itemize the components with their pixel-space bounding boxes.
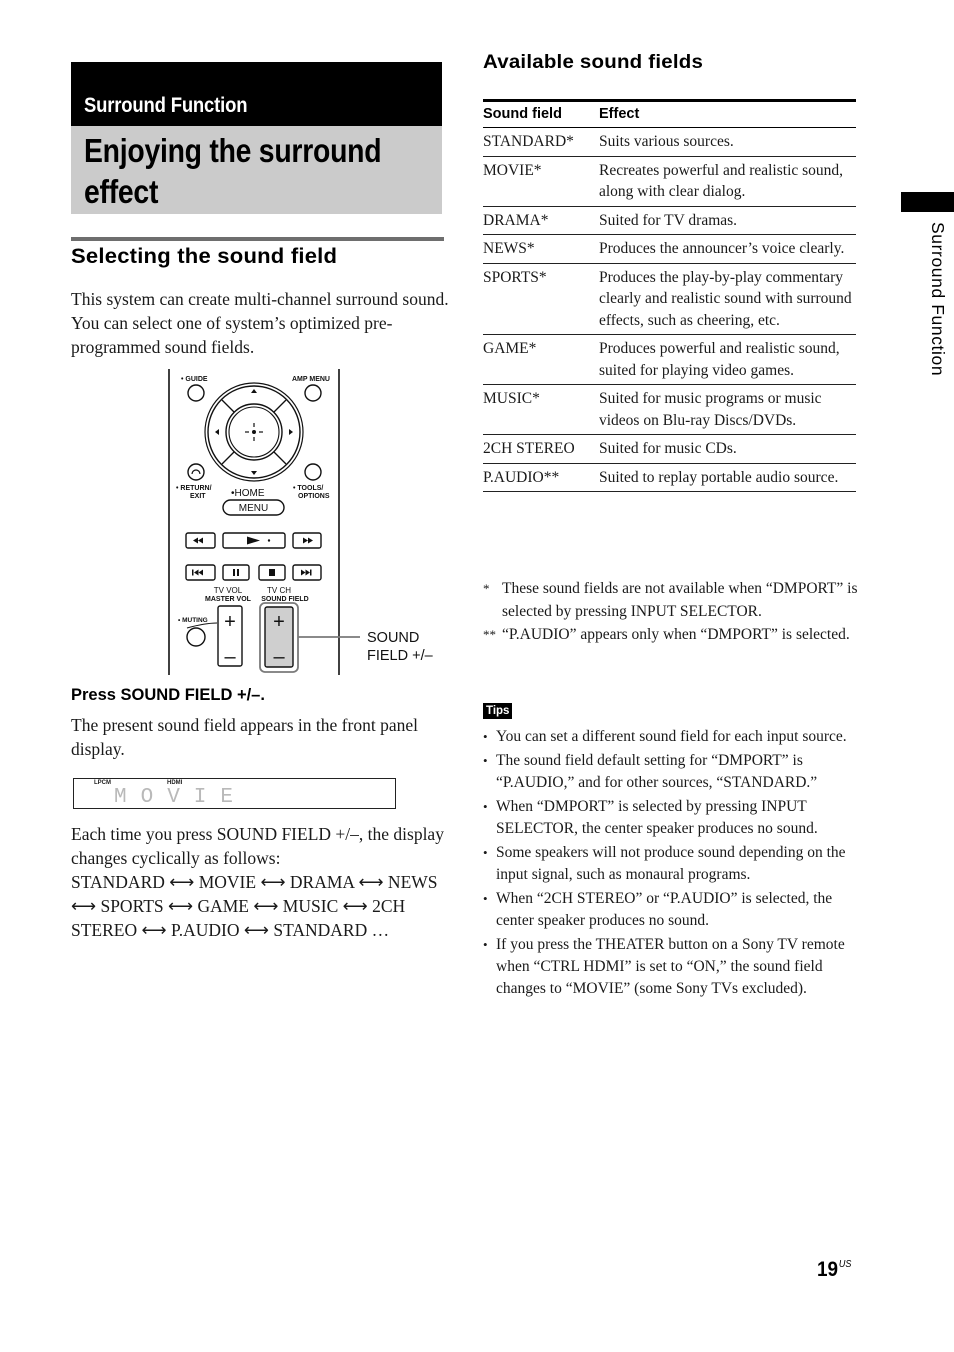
footnote-text: “P.AUDIO” appears only when “DMPORT” is … [502,625,850,643]
sound-field-name: SPORTS* [483,263,599,335]
callout-field-label: FIELD +/– [367,648,434,664]
sound-field-effect: Suits various sources. [599,127,856,157]
table-row: SPORTS* Produces the play-by-play comment… [483,263,856,335]
return-label: • RETURN/ [176,485,212,492]
table-row: MUSIC* Suited for music programs or music… [483,384,856,435]
volume-up-label: + [224,611,236,633]
amp-menu-label: AMP MENU [292,376,330,383]
callout-sound-label: SOUND [367,630,419,646]
column-header-sound-field: Sound field [483,99,599,128]
sound-field-effect: Suited for music programs or music video… [599,384,856,435]
table-row: MOVIE* Recreates powerful and realistic s… [483,156,856,207]
sound-field-effect: Produces the play-by-play commentary cle… [599,263,856,335]
sound-field-effect: Produces the announcer’s voice clearly. [599,234,856,264]
page-region-suffix: US [838,1259,852,1270]
sound-field-effect: Suited for TV dramas. [599,206,856,235]
footnote-single: * These sound fields are not available w… [483,578,858,624]
table-row: DRAMA* Suited for TV dramas. [483,206,856,235]
tip-item: You can set a different sound field for … [483,726,863,748]
sound-field-name: DRAMA* [483,206,599,235]
table-row: NEWS* Produces the announcer’s voice clea… [483,234,856,264]
section-banner-label: Surround Function [84,94,248,117]
step-description: The present sound field appears in the f… [71,715,418,759]
front-panel-display: LPCM HDMI MOVIE [73,778,396,809]
tv-vol-label: TV VOL [214,586,243,595]
table-row: STANDARD* Suits various sources. [483,127,856,157]
dpad[interactable] [204,382,304,482]
exit-label: EXIT [190,493,206,500]
heading-rule [71,237,444,241]
sound-field-name: MOVIE* [483,156,599,207]
volume-down-label: – [224,646,236,668]
sound-field-name: P.AUDIO** [483,463,599,492]
heading-available-sound-fields: Available sound fields [483,51,704,73]
column-header-effect: Effect [599,99,856,128]
sound-field-label: SOUND FIELD [261,596,308,603]
side-tab-label: Surround Function [928,222,948,377]
step-heading: Press SOUND FIELD +/–. [71,686,265,704]
sound-field-effect: Suited to replay portable audio source. [599,463,856,492]
lpcm-indicator: LPCM [94,780,111,786]
tip-item: When “DMPORT” is selected by pressing IN… [483,796,863,840]
sound-field-name: 2CH STEREO [483,434,599,464]
sound-field-name: MUSIC* [483,384,599,435]
tip-item: If you press the THEATER button on a Son… [483,934,863,1000]
table-header-row: Sound field Effect [483,99,856,128]
sound-field-name: GAME* [483,334,599,385]
tip-item: The sound field default setting for “DMP… [483,750,863,794]
sound-field-effect: Recreates powerful and realistic sound, … [599,156,856,207]
tips-badge: Tips [483,703,513,719]
table-row: GAME* Produces powerful and realistic sou… [483,334,856,385]
sound-field-effect: Produces powerful and realistic sound, s… [599,334,856,385]
footnote-mark: * [483,581,490,596]
menu-label: MENU [239,503,268,514]
tools-button[interactable] [304,463,322,481]
options-label: OPTIONS [298,493,330,500]
pause-button[interactable] [222,564,250,581]
tv-ch-label: TV CH [267,586,291,595]
footnote-mark: ** [483,626,496,642]
home-label: •HOME [231,488,265,499]
sound-field-name: NEWS* [483,234,599,264]
stop-icon [269,569,275,576]
tip-item: Some speakers will not produce sound dep… [483,842,863,886]
cycle-intro: Each time you press SOUND FIELD +/–, the… [71,824,444,868]
remote-illustration: • GUIDE AMP MENU • RETURN/ EXIT • TOOLS/… [168,369,434,675]
page-title: Enjoying the surround effect [84,132,382,210]
sound-field-up-label: + [273,611,285,633]
cycle-sequence: STANDARD ⟷ MOVIE ⟷ DRAMA ⟷ NEWS ⟷ SPORTS… [71,872,438,940]
sound-field-effect: Suited for music CDs. [599,434,856,464]
guide-button[interactable] [187,384,205,402]
tips-list: You can set a different sound field for … [483,726,863,1002]
tools-label: • TOOLS/ [293,485,323,492]
master-vol-label: MASTER VOL [205,596,252,603]
amp-menu-button[interactable] [304,384,322,402]
muting-button[interactable] [186,627,206,647]
sound-field-down-label: – [273,646,285,668]
page-title-box: Enjoying the surround effect [71,126,442,214]
muting-label: • MUTING [178,617,208,624]
footnote-double: ** “P.AUDIO” appears only when “DMPORT” … [483,624,858,647]
side-tab-marker [901,192,954,212]
sound-field-name: STANDARD* [483,127,599,157]
heading-selecting-sound-field: Selecting the sound field [71,245,338,268]
page-number: 19US [817,1258,852,1281]
intro-paragraph: This system can create multi-channel sur… [71,289,449,357]
table-row: 2CH STEREO Suited for music CDs. [483,434,856,464]
return-button[interactable] [187,463,205,481]
tip-item: When “2CH STEREO” or “P.AUDIO” is select… [483,888,863,932]
footnote-text: These sound fields are not available whe… [502,580,858,620]
table-row: P.AUDIO** Suited to replay portable audio… [483,463,856,492]
footnotes: * These sound fields are not available w… [483,578,858,646]
sound-fields-table: Sound field Effect STANDARD* Suits variou… [483,99,856,492]
display-text: MOVIE [114,786,248,809]
section-banner: Surround Function [71,62,442,126]
guide-label: • GUIDE [181,376,208,383]
